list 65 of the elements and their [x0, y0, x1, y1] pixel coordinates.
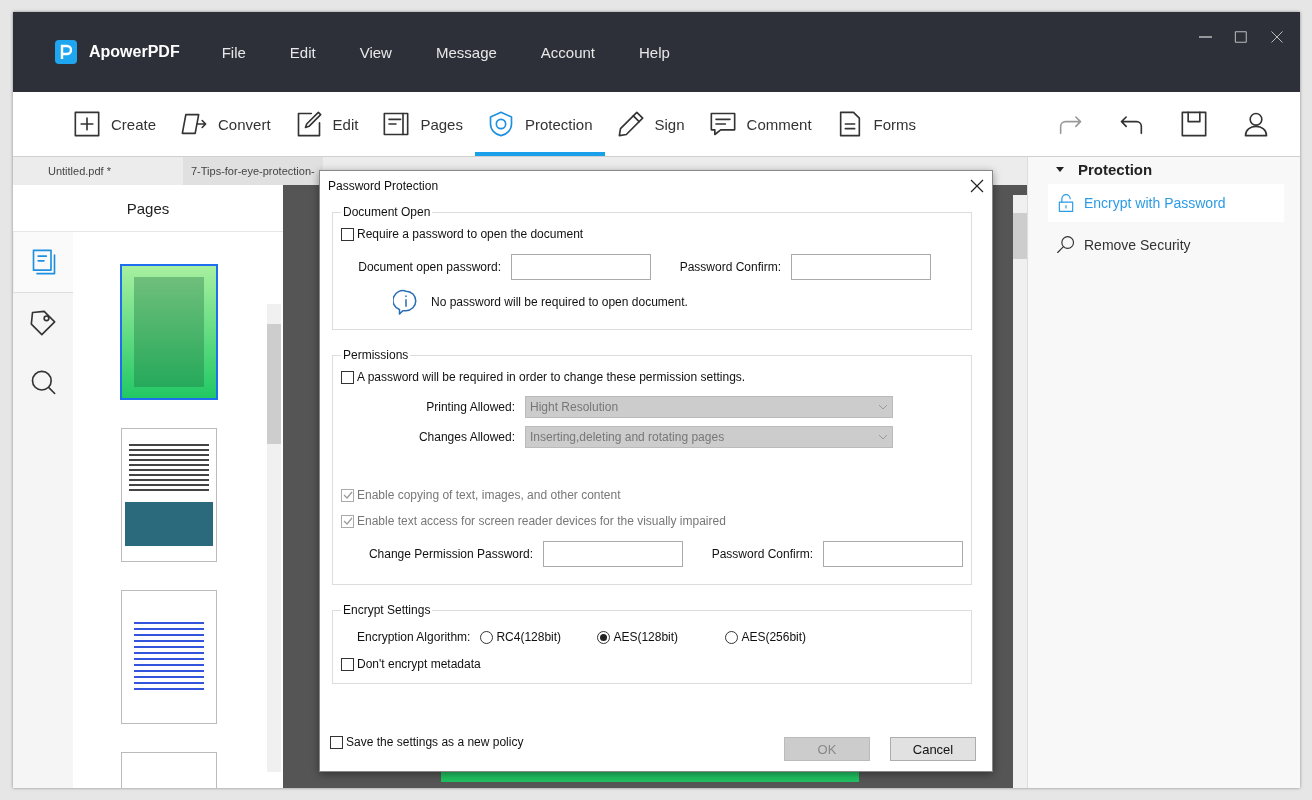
scrollbar[interactable] [1013, 195, 1027, 788]
menu-item[interactable]: Help [639, 39, 670, 65]
dialog-button[interactable]: Cancel [890, 737, 976, 761]
panel-item[interactable]: Remove Security [1048, 226, 1284, 264]
toolbar-tab[interactable]: Sign [604, 96, 697, 156]
user-icon [1242, 110, 1270, 138]
field-label: Password Confirm: [678, 260, 782, 274]
page-thumbnail[interactable] [121, 590, 217, 724]
info-bubble-icon [393, 289, 419, 315]
menu-item[interactable]: Message [435, 39, 497, 65]
scrollbar[interactable] [267, 304, 281, 772]
radio-option[interactable]: AES(256bit) [725, 630, 854, 644]
unlocked-padlock-icon [1056, 193, 1076, 213]
password-field[interactable] [543, 541, 683, 567]
checkbox[interactable]: A password will be required in order to change these permission settings. [341, 366, 963, 388]
maximize-icon [1234, 30, 1248, 44]
password-field[interactable] [511, 254, 651, 280]
dialog-title: Password Protection [328, 179, 439, 193]
magnifier-icon [1056, 235, 1076, 255]
password-field[interactable] [823, 541, 963, 567]
page-thumbnail[interactable] [120, 264, 218, 400]
document-tab[interactable]: 7-Tips-for-eye-protection- [183, 157, 323, 185]
scrollbar-thumb[interactable] [267, 324, 281, 444]
checkbox[interactable]: Save the settings as a new policy [330, 731, 524, 753]
toolbar-tab[interactable]: Edit [282, 96, 371, 156]
chevron-down-icon [878, 404, 888, 410]
toolbar-tab[interactable]: Create [61, 96, 169, 156]
chevron-down-icon [878, 434, 888, 440]
menu-item[interactable]: View [359, 39, 392, 65]
close-icon[interactable] [970, 179, 984, 193]
speech-bubble-icon [708, 110, 737, 138]
pen-icon [616, 110, 645, 138]
document-lines-icon [382, 110, 411, 138]
password-field[interactable] [791, 254, 931, 280]
toolbar-tab[interactable]: Pages [370, 96, 475, 156]
toolbar-tab[interactable]: Convert [168, 96, 283, 156]
tag-icon [29, 309, 57, 337]
page-thumbnail[interactable] [121, 428, 217, 562]
menu-item[interactable]: File [221, 39, 246, 65]
toolbar-tab[interactable]: Comment [696, 96, 824, 156]
menu-item[interactable]: Edit [289, 39, 316, 65]
dropdown-label: Changes Allowed: [417, 430, 516, 444]
app-name: ApowerPDF [89, 43, 180, 61]
plus-square-icon [73, 110, 101, 138]
group-title: Document Open [342, 205, 432, 219]
search-icon [29, 369, 57, 397]
field-label: Document open password: [357, 260, 502, 274]
menu-item[interactable]: Account [540, 39, 596, 65]
group-title: Permissions [342, 348, 410, 362]
field-label: Change Permission Password: [367, 547, 534, 561]
scrollbar-thumb[interactable] [1013, 213, 1027, 259]
info-text: No password will be required to open document. [431, 295, 688, 309]
close-icon [1270, 30, 1284, 44]
protection-header[interactable]: Protection [1028, 161, 1300, 184]
algorithm-label: Encryption Algorithm: [356, 630, 472, 644]
group-title: Encrypt Settings [342, 603, 432, 617]
field-label: Password Confirm: [710, 547, 814, 561]
dropdown-label: Printing Allowed: [425, 400, 516, 414]
checkbox[interactable]: Don't encrypt metadata [341, 653, 963, 675]
checkbox[interactable]: Require a password to open the document [341, 223, 963, 245]
toolbar-tab[interactable]: Forms [823, 96, 929, 156]
save-icon [1180, 110, 1208, 138]
app-logo [55, 40, 77, 64]
radio-option[interactable]: RC4(128bit) [480, 630, 598, 644]
radio-option[interactable]: AES(128bit) [597, 630, 726, 644]
